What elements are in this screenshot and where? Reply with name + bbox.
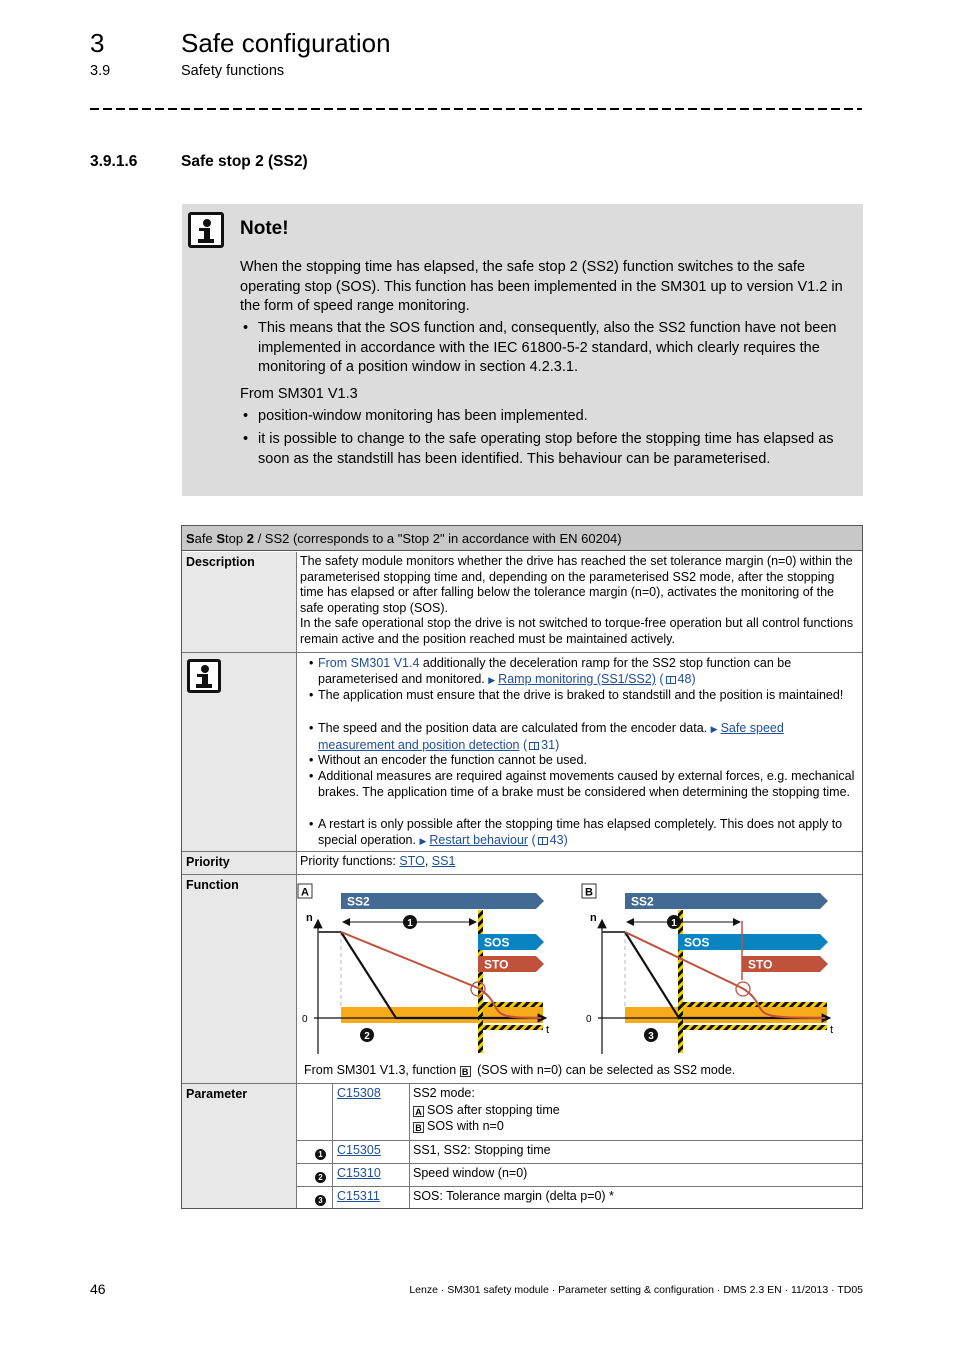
chapter-title: Safe configuration xyxy=(181,28,391,58)
panel-a-label: A xyxy=(301,887,309,899)
info-icon xyxy=(187,659,221,693)
note-bullet: This means that the SOS function and, co… xyxy=(243,319,850,378)
link-arrow-icon: ▶ xyxy=(419,836,427,846)
footer-doc-info: Lenze · SM301 safety module · Parameter … xyxy=(409,1284,863,1296)
axis-t-label: t xyxy=(546,1024,549,1036)
axis-n-label: n xyxy=(306,912,313,924)
zero-label: 0 xyxy=(586,1014,592,1025)
ss2-table: Safe Stop 2 / SS2 (corresponds to a "Sto… xyxy=(181,525,863,1209)
function-note: From SM301 V1.3, function B (SOS with n=… xyxy=(304,1063,736,1077)
hatched-barrier xyxy=(678,910,683,1053)
svg-text:2: 2 xyxy=(364,1031,370,1042)
ss2-label: SS2 xyxy=(347,895,370,909)
c15310-link[interactable]: C15310 xyxy=(337,1166,381,1180)
description-label: Description xyxy=(186,555,255,569)
book-icon xyxy=(537,837,548,845)
svg-text:3: 3 xyxy=(648,1031,654,1042)
book-icon xyxy=(665,676,676,684)
c15308-link[interactable]: C15308 xyxy=(337,1086,381,1100)
subsection-title: Safe stop 2 (SS2) xyxy=(181,153,308,170)
info-item: From SM301 V1.4 additionally the deceler… xyxy=(309,655,858,688)
description-text: The safety module monitors whether the d… xyxy=(300,554,853,615)
dashed-divider xyxy=(90,108,862,110)
function-label: Function xyxy=(186,878,239,892)
c15311-link[interactable]: C15311 xyxy=(337,1189,380,1203)
subsection-number: 3.9.1.6 xyxy=(90,153,138,170)
ramp-monitoring-link[interactable]: Ramp monitoring (SS1/SS2) xyxy=(498,672,656,686)
tolerance-band xyxy=(625,1007,827,1023)
param-desc: Speed window (n=0) xyxy=(413,1166,528,1180)
svg-text:1: 1 xyxy=(671,918,677,929)
note-box: Note! When the stopping time has elapsed… xyxy=(182,204,863,496)
param-code: C15308 xyxy=(337,1086,381,1102)
note-paragraph: When the stopping time has elapsed, the … xyxy=(240,259,843,314)
svg-text:1: 1 xyxy=(407,918,413,929)
c15305-link[interactable]: C15305 xyxy=(337,1143,381,1157)
sto-label: STO xyxy=(484,958,508,972)
sto-label: STO xyxy=(748,958,772,972)
ss2-bar xyxy=(625,893,828,909)
description-text-2: In the safe operational stop the drive i… xyxy=(300,616,854,646)
info-item: Without an encoder the function cannot b… xyxy=(309,752,858,768)
zero-label: 0 xyxy=(302,1014,308,1025)
param-desc: SS2 mode: A SOS after stopping time B SOS … xyxy=(413,1086,560,1133)
info-item: A restart is only possible after the sto… xyxy=(309,816,858,849)
param-code: C15311 xyxy=(337,1189,380,1205)
parameter-label: Parameter xyxy=(186,1087,248,1101)
info-item: The speed and the position data are calc… xyxy=(309,720,858,753)
axis-t-label: t xyxy=(830,1024,833,1036)
ss1-link[interactable]: SS1 xyxy=(432,854,456,868)
param-code: C15310 xyxy=(337,1166,381,1182)
info-item: The application must ensure that the dri… xyxy=(309,687,858,703)
diagram-b: B SS2 SOS STO n t 0 1 3 xyxy=(581,883,833,1054)
from-sm301-v14-link[interactable]: From SM301 V1.4 xyxy=(318,656,419,670)
section-number: 3.9 xyxy=(90,63,111,79)
restart-behaviour-link[interactable]: Restart behaviour xyxy=(429,833,528,847)
marker-1-icon: 1 xyxy=(315,1144,326,1162)
note-title: Note! xyxy=(240,218,289,239)
priority-text: Priority functions: STO, SS1 xyxy=(300,854,456,868)
table-title: Safe Stop 2 / SS2 (corresponds to a "Sto… xyxy=(182,526,862,551)
page-number: 46 xyxy=(90,1281,106,1297)
note-bullet: it is possible to change to the safe ope… xyxy=(243,430,850,469)
link-arrow-icon: ▶ xyxy=(710,724,718,734)
param-desc: SOS: Tolerance margin (delta p=0) * xyxy=(413,1189,614,1203)
param-code: C15305 xyxy=(337,1143,381,1159)
info-icon xyxy=(188,212,224,248)
sos-label: SOS xyxy=(484,936,509,950)
axis-n-label: n xyxy=(590,912,597,924)
marker-2-icon: 2 xyxy=(315,1167,326,1185)
marker-3-icon: 3 xyxy=(315,1190,326,1208)
panel-b-label: B xyxy=(585,887,593,899)
sto-link[interactable]: STO xyxy=(399,854,424,868)
diagram-a: A SS2 SOS STO n t 0 1 2 xyxy=(297,883,549,1054)
priority-label: Priority xyxy=(186,855,230,869)
sos-label: SOS xyxy=(684,936,709,950)
note-from-label: From SM301 V1.3 xyxy=(240,386,358,402)
tolerance-band xyxy=(341,1007,543,1023)
info-item: Additional measures are required against… xyxy=(309,768,858,800)
book-icon xyxy=(529,742,540,750)
param-desc: SS1, SS2: Stopping time xyxy=(413,1143,551,1157)
link-arrow-icon: ▶ xyxy=(488,675,496,685)
note-bullet: position-window monitoring has been impl… xyxy=(243,407,850,427)
chapter-number: 3 xyxy=(90,28,105,58)
ss2-label: SS2 xyxy=(631,895,654,909)
section-title: Safety functions xyxy=(181,63,285,79)
ss2-bar xyxy=(341,893,544,909)
